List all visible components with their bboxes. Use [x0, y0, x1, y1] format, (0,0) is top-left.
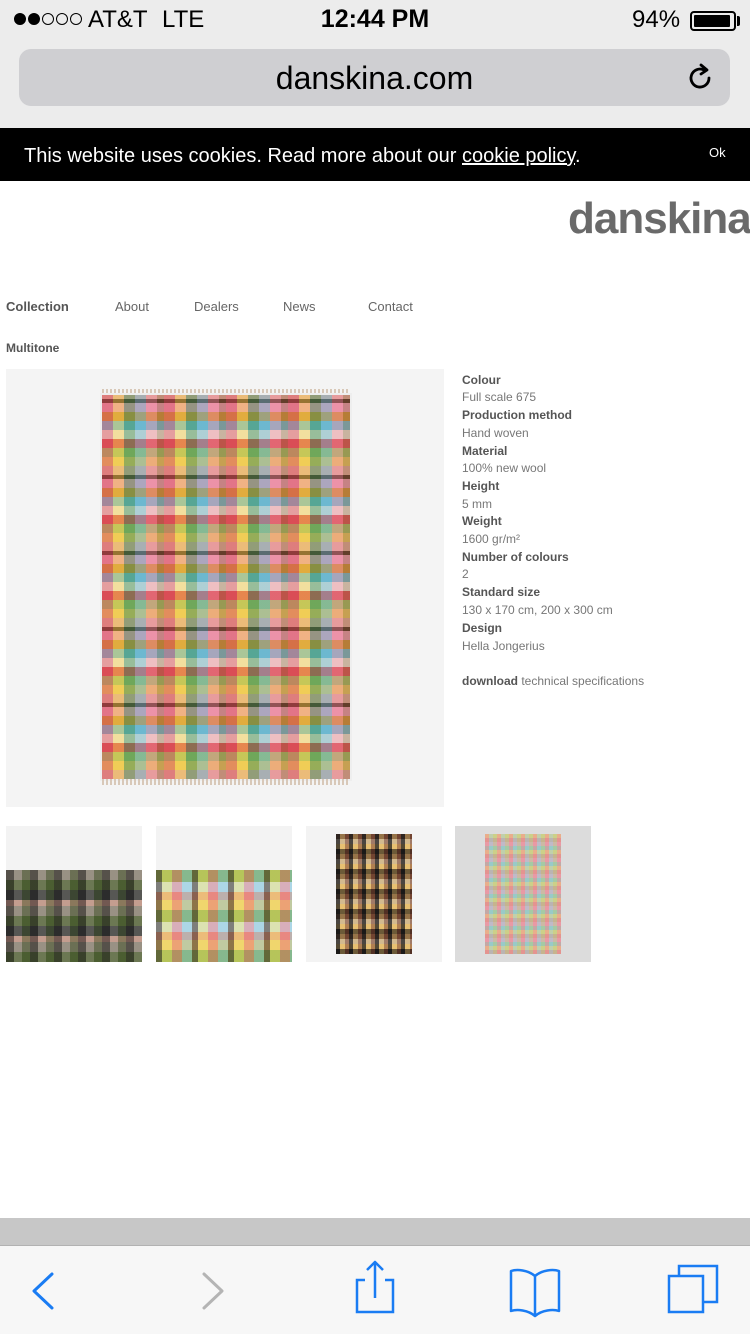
- site-logo[interactable]: danskina: [568, 194, 750, 244]
- product-thumbnail[interactable]: [6, 826, 142, 962]
- product-thumbnail[interactable]: [156, 826, 292, 962]
- download-specs-link[interactable]: download technical specifications: [462, 674, 644, 688]
- spec-value: Hella Jongerius: [462, 639, 545, 653]
- breadcrumb: Multitone: [6, 341, 60, 355]
- nav-about[interactable]: About: [115, 299, 149, 314]
- cookie-ok-button[interactable]: Ok: [709, 145, 726, 160]
- battery-tip: [737, 16, 740, 26]
- spec-label: Colour: [462, 373, 501, 387]
- spec-value: 5 mm: [462, 497, 492, 511]
- spec-label: Design: [462, 621, 503, 635]
- spec-value: 1600 gr/m²: [462, 532, 521, 546]
- product-thumbnail[interactable]: [455, 826, 591, 962]
- rug-pattern: [102, 395, 350, 779]
- spec-label: Material: [462, 444, 508, 458]
- spec-value: 130 x 170 cm, 200 x 300 cm: [462, 603, 613, 617]
- spec-label: Weight: [462, 514, 502, 528]
- share-icon: [355, 1260, 395, 1314]
- nav-contact[interactable]: Contact: [368, 299, 413, 314]
- chevron-right-icon: [202, 1272, 224, 1310]
- battery-icon: [690, 11, 736, 31]
- spec-value: 2: [462, 567, 469, 581]
- book-icon: [509, 1268, 561, 1318]
- spec-label: Height: [462, 479, 500, 493]
- reload-icon[interactable]: [685, 63, 715, 93]
- browser-toolbar: [0, 1245, 750, 1334]
- spec-label: Standard size: [462, 585, 541, 599]
- back-button[interactable]: [12, 1246, 92, 1334]
- cookie-banner: This website uses cookies. Read more abo…: [0, 128, 750, 181]
- nav-dealers[interactable]: Dealers: [194, 299, 239, 314]
- cookie-policy-link[interactable]: cookie policy: [462, 145, 575, 167]
- url-text: danskina.com: [275, 60, 474, 96]
- product-main-image[interactable]: [6, 369, 444, 807]
- product-thumbnail[interactable]: [306, 826, 442, 962]
- spec-value: 100% new wool: [462, 461, 547, 475]
- nav-news[interactable]: News: [283, 299, 316, 314]
- spec-value: Full scale 675: [462, 390, 537, 404]
- spec-label: Production method: [462, 408, 572, 422]
- status-bar: AT&T LTE 12:44 PM 94%: [0, 0, 750, 40]
- battery-percent: 94%: [632, 6, 681, 33]
- tabs-icon: [667, 1264, 719, 1314]
- nav-collection[interactable]: Collection: [6, 299, 69, 314]
- bookmarks-button[interactable]: [495, 1246, 575, 1334]
- forward-button[interactable]: [172, 1246, 252, 1334]
- toolbar-separator: [0, 1218, 750, 1245]
- share-button[interactable]: [335, 1246, 415, 1334]
- tabs-button[interactable]: [655, 1246, 735, 1334]
- cookie-text: This website uses cookies. Read more abo…: [24, 145, 581, 167]
- rug-fringe-bottom: [102, 779, 350, 785]
- address-bar[interactable]: danskina.com: [19, 49, 730, 106]
- browser-address-area: danskina.com: [0, 40, 750, 128]
- spec-value: Hand woven: [462, 426, 529, 440]
- chevron-left-icon: [32, 1272, 54, 1310]
- spec-label: Number of colours: [462, 550, 569, 564]
